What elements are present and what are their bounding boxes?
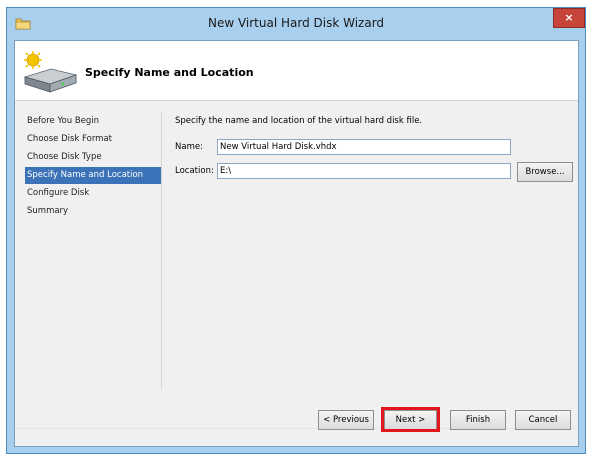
instructions-text: Specify the name and location of the vir… [175,116,423,126]
nav-item-choose-disk-type[interactable]: Choose Disk Type [25,149,161,166]
name-input[interactable]: New Virtual Hard Disk.vhdx [217,139,511,155]
nav-divider [161,111,162,389]
nav-item-configure-disk[interactable]: Configure Disk [25,185,161,202]
next-button-highlight [381,407,440,432]
wizard-header: Specify Name and Location [15,41,578,101]
wizard-client-area: Specify Name and Location Before You Beg… [14,40,579,447]
finish-button[interactable]: Finish [450,410,506,430]
wizard-window: New Virtual Hard Disk Wizard × Specify N… [6,7,586,454]
wizard-step-list: Before You Begin Choose Disk Format Choo… [25,113,161,221]
page-title: Specify Name and Location [85,66,254,79]
location-input[interactable]: E:\ [217,163,511,179]
nav-item-summary[interactable]: Summary [25,203,161,220]
close-button[interactable]: × [553,8,585,28]
name-label: Name: [175,142,203,152]
nav-item-before-you-begin[interactable]: Before You Begin [25,113,161,130]
cancel-button[interactable]: Cancel [515,410,571,430]
window-title: New Virtual Hard Disk Wizard [207,16,385,30]
nav-item-specify-name-and-location[interactable]: Specify Name and Location [25,167,161,184]
hard-disk-icon [21,51,79,93]
location-label: Location: [175,166,214,176]
previous-button[interactable]: < Previous [318,410,374,430]
title-bar[interactable]: New Virtual Hard Disk Wizard × [7,8,585,40]
nav-item-choose-disk-format[interactable]: Choose Disk Format [25,131,161,148]
browse-button[interactable]: Browse... [517,162,573,182]
